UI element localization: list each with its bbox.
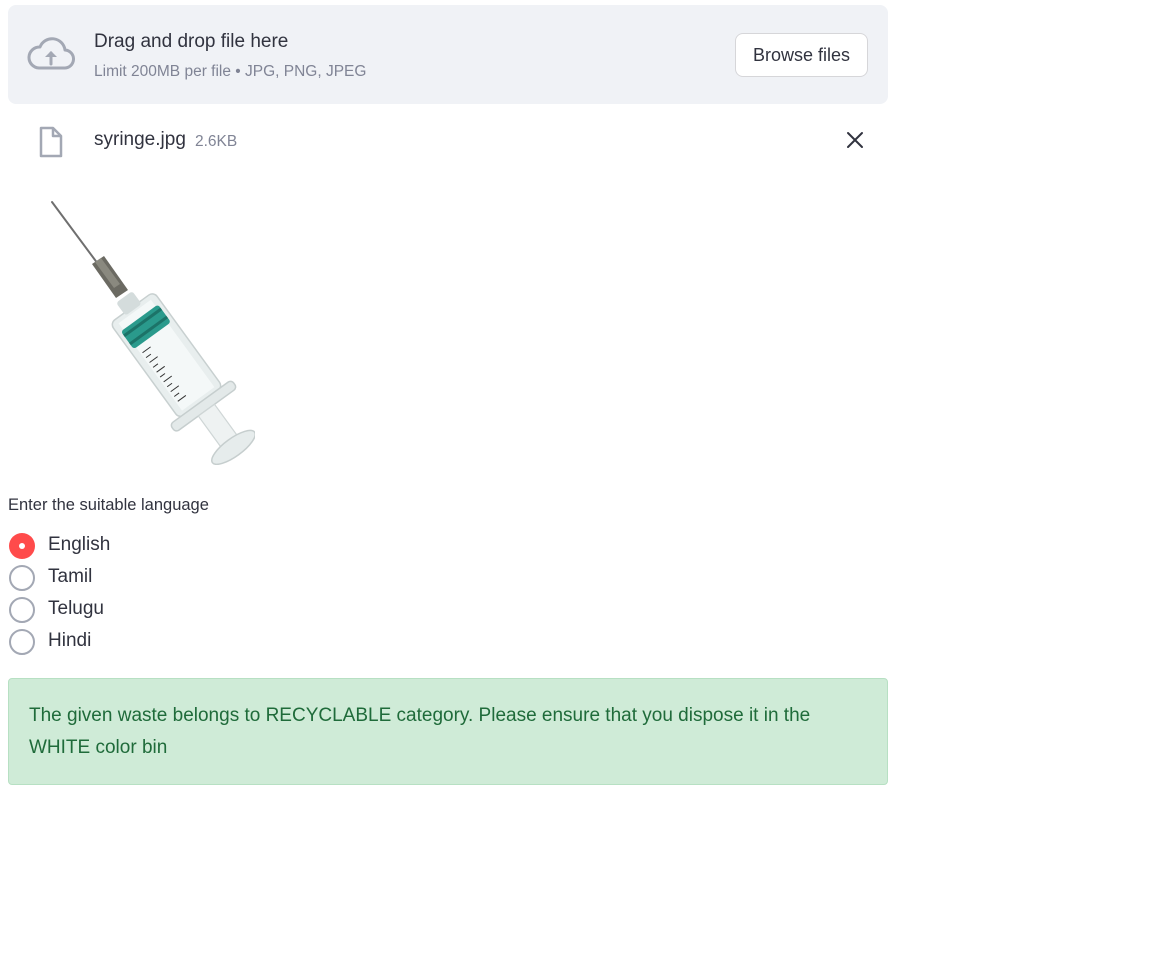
result-message: The given waste belongs to RECYCLABLE ca…: [29, 705, 811, 758]
radio-label: Hindi: [48, 630, 92, 651]
file-size: 2.6KB: [195, 133, 238, 150]
radio-label: English: [48, 534, 111, 555]
radio-button[interactable]: [9, 629, 35, 655]
radio-label: Tamil: [48, 566, 93, 587]
close-icon[interactable]: [843, 128, 867, 152]
radio-label: Telugu: [48, 598, 104, 619]
dropzone-limit-text: Limit 200MB per file • JPG, PNG, JPEG: [94, 63, 367, 80]
browse-files-button[interactable]: Browse files: [735, 33, 868, 77]
radio-button[interactable]: [9, 597, 35, 623]
language-label: Enter the suitable language: [8, 496, 209, 514]
success-alert: The given waste belongs to RECYCLABLE ca…: [8, 678, 888, 785]
dropzone-title: Drag and drop file here: [94, 31, 289, 52]
uploaded-image-preview: [40, 190, 256, 466]
radio-option-english[interactable]: English: [8, 532, 208, 560]
radio-option-hindi[interactable]: Hindi: [8, 628, 208, 656]
file-name: syringe.jpg: [94, 129, 186, 150]
cloud-upload-icon: [27, 37, 75, 76]
radio-option-tamil[interactable]: Tamil: [8, 564, 208, 592]
radio-button-checked[interactable]: [9, 533, 35, 559]
file-dropzone[interactable]: Drag and drop file here Limit 200MB per …: [8, 5, 888, 104]
uploaded-file-row: syringe.jpg 2.6KB: [8, 110, 888, 170]
file-icon: [38, 126, 64, 163]
radio-option-telugu[interactable]: Telugu: [8, 596, 208, 624]
radio-button[interactable]: [9, 565, 35, 591]
